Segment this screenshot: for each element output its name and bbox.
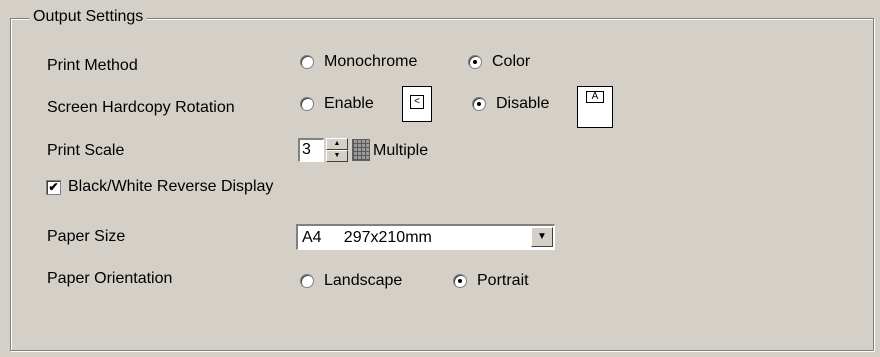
reverse-display-checkbox[interactable]: ✔ [46, 180, 61, 195]
radio-landscape-label: Landscape [324, 272, 403, 289]
paper-orientation-label: Paper Orientation [47, 270, 173, 287]
radio-portrait-label: Portrait [477, 272, 529, 289]
radio-enable[interactable]: Enable [300, 94, 374, 114]
spin-down-button[interactable]: ▼ [326, 150, 348, 162]
radio-disable[interactable]: Disable [472, 94, 549, 114]
paper-size-label: Paper Size [47, 228, 126, 245]
radio-landscape[interactable]: Landscape [300, 271, 402, 291]
radio-enable-label: Enable [324, 95, 374, 112]
radio-portrait-indicator[interactable] [453, 274, 467, 288]
radio-enable-indicator[interactable] [300, 97, 314, 111]
print-scale-unit: Multiple [373, 142, 429, 159]
radio-disable-indicator[interactable] [472, 97, 486, 111]
radio-disable-label: Disable [496, 95, 550, 112]
chevron-down-icon[interactable]: ▼ [531, 227, 553, 247]
radio-portrait[interactable]: Portrait [453, 271, 529, 291]
radio-color-label: Color [492, 53, 531, 70]
upright-page-glyph: A [586, 91, 604, 103]
radio-monochrome-indicator[interactable] [300, 55, 314, 69]
print-scale-input[interactable]: 3 [298, 138, 324, 162]
print-scale-spinner[interactable]: ▲ ▼ [326, 138, 348, 162]
radio-monochrome-label: Monochrome [324, 53, 418, 70]
grid-icon[interactable] [352, 139, 370, 161]
print-scale-label: Print Scale [47, 142, 125, 159]
radio-color-indicator[interactable] [468, 55, 482, 69]
rotation-label: Screen Hardcopy Rotation [47, 99, 235, 116]
reverse-display-label[interactable]: Black/White Reverse Display [68, 177, 273, 197]
spin-up-button[interactable]: ▲ [326, 138, 348, 150]
rotated-page-glyph: < [410, 95, 424, 109]
radio-monochrome[interactable]: Monochrome [300, 52, 417, 72]
paper-size-select[interactable]: A4 297x210mm ▼ [296, 224, 555, 250]
radio-color[interactable]: Color [468, 52, 530, 72]
print-method-label: Print Method [47, 57, 138, 74]
radio-landscape-indicator[interactable] [300, 274, 314, 288]
rotated-page-icon: < [402, 86, 432, 122]
paper-size-value: A4 297x210mm [302, 229, 432, 246]
upright-page-icon: A [577, 86, 613, 128]
group-title: Output Settings [29, 7, 148, 27]
